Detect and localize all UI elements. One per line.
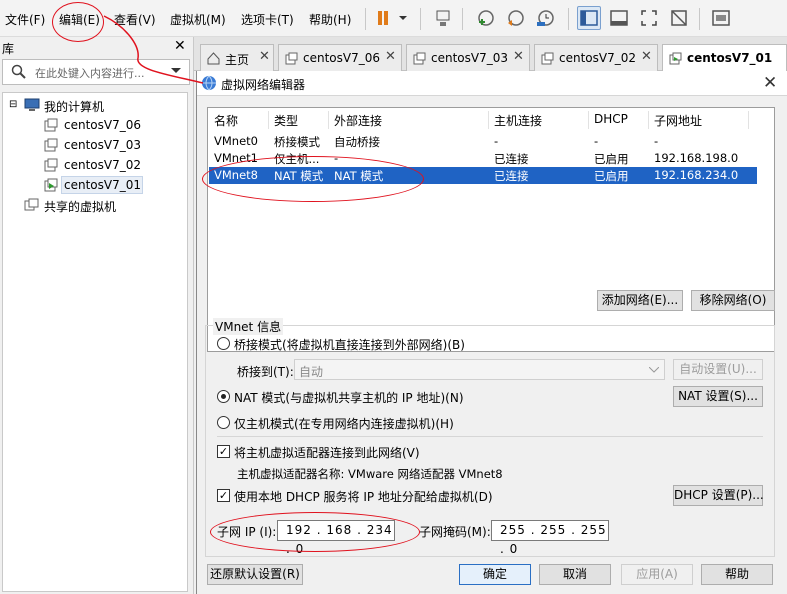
annotation-arrow [103, 15, 204, 84]
annotation-circle-vmnet8 [202, 156, 424, 202]
annotation-circle-subnet-ip [210, 512, 420, 552]
